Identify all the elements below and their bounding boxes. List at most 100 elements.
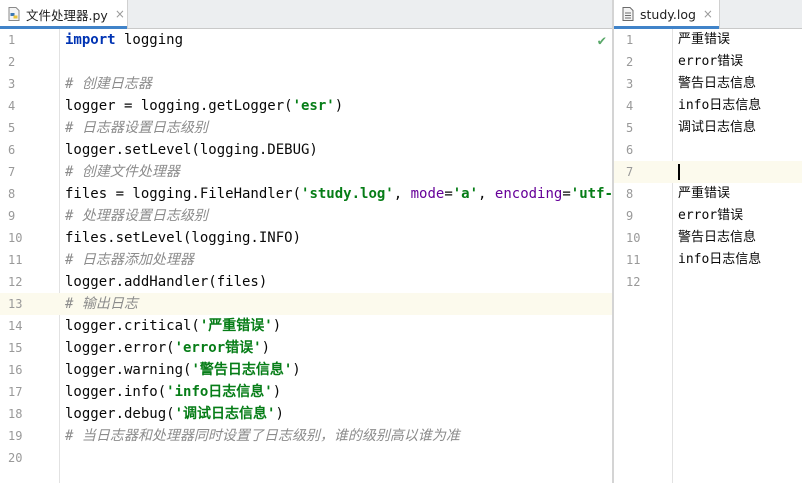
code-line[interactable]: 15 logger.error('error错误'): [0, 337, 612, 359]
code-line[interactable]: 8 files = logging.FileHandler('study.log'…: [0, 183, 612, 205]
code-text: logger.addHandler(files): [65, 271, 267, 293]
code-line[interactable]: 4 info日志信息: [614, 95, 802, 117]
code-line[interactable]: 10 files.setLevel(logging.INFO): [0, 227, 612, 249]
line-number: 2: [626, 55, 634, 69]
code-line[interactable]: 14 logger.critical('严重错误'): [0, 315, 612, 337]
code-text: # 日志器设置日志级别: [65, 117, 208, 139]
code-line[interactable]: 7: [614, 161, 802, 183]
code-text: # 创建文件处理器: [65, 161, 180, 183]
comment-token: # 日志器添加处理器: [65, 252, 194, 268]
code-line[interactable]: 9 # 处理器设置日志级别: [0, 205, 612, 227]
code-line[interactable]: 1 严重错误: [614, 29, 802, 51]
code-line[interactable]: 3 警告日志信息: [614, 73, 802, 95]
line-number: 8: [626, 187, 634, 201]
code-line[interactable]: 16 logger.warning('警告日志信息'): [0, 359, 612, 381]
code-line[interactable]: 12 logger.addHandler(files): [0, 271, 612, 293]
string-token: 'esr': [292, 98, 335, 114]
code-line[interactable]: 11 info日志信息: [614, 249, 802, 271]
string-token: 'study.log': [301, 186, 394, 202]
code-text: logger.warning('警告日志信息'): [65, 359, 301, 381]
line-number: 10: [626, 231, 641, 245]
code-text: 严重错误: [678, 32, 731, 47]
code-line[interactable]: 8 严重错误: [614, 183, 802, 205]
code-line[interactable]: 5 调试日志信息: [614, 117, 802, 139]
code-token: logging: [115, 32, 184, 48]
line-number: 6: [8, 143, 16, 157]
code-line[interactable]: 11 # 日志器添加处理器: [0, 249, 612, 271]
code-token: logger.debug(: [65, 406, 175, 422]
code-token: logger.warning(: [65, 362, 192, 378]
line-number: 7: [8, 165, 16, 179]
line-number: 12: [8, 275, 23, 289]
line-number: 3: [8, 77, 16, 91]
code-text: error错误: [678, 208, 744, 223]
code-line[interactable]: 19 # 当日志器和处理器同时设置了日志级别，谁的级别高以谁为准: [0, 425, 612, 447]
comment-token: # 处理器设置日志级别: [65, 208, 208, 224]
line-number: 9: [626, 209, 634, 223]
line-number: 18: [8, 407, 23, 421]
code-token: mode: [410, 186, 445, 202]
string-token: 'error错误': [174, 340, 262, 356]
line-number: 11: [626, 253, 641, 267]
tab-python-file[interactable]: 文件处理器.py ×: [0, 0, 128, 29]
string-token: '调试日志信息': [174, 406, 276, 422]
code-line[interactable]: 6 logger.setLevel(logging.DEBUG): [0, 139, 612, 161]
line-number: 12: [626, 275, 641, 289]
code-text: logger.error('error错误'): [65, 337, 270, 359]
close-tab-icon[interactable]: ×: [703, 7, 713, 21]
code-line[interactable]: 9 error错误: [614, 205, 802, 227]
editor-pane-python: 文件处理器.py × 1 import logging 2 3 # 创建日志器 4 logg…: [0, 0, 612, 483]
string-token: 'info日志信息': [166, 384, 273, 400]
comment-token: # 日志器设置日志级别: [65, 120, 208, 136]
line-number: 7: [626, 165, 634, 179]
code-line[interactable]: 2 error错误: [614, 51, 802, 73]
code-token: logger.setLevel(logging.DEBUG): [65, 142, 318, 158]
code-line[interactable]: 1 import logging: [0, 29, 612, 51]
python-file-icon: [8, 7, 20, 21]
code-text: logger.debug('调试日志信息'): [65, 403, 284, 425]
code-token: ): [272, 384, 282, 400]
code-token: ): [292, 362, 301, 378]
comment-token: # 输出日志: [65, 296, 138, 312]
line-number: 15: [8, 341, 23, 355]
editor-tab-bar: study.log ×: [614, 0, 802, 29]
code-line[interactable]: 20: [0, 447, 612, 469]
code-token: =: [562, 186, 571, 202]
tab-log-file[interactable]: study.log ×: [614, 0, 720, 29]
code-line[interactable]: 13 # 输出日志: [0, 293, 612, 315]
code-line[interactable]: 10 警告日志信息: [614, 227, 802, 249]
line-number: 20: [8, 451, 23, 465]
tab-label: 文件处理器.py: [26, 7, 108, 23]
code-token: ): [275, 406, 284, 422]
line-number: 10: [8, 231, 23, 245]
code-token: files.setLevel(logging.INFO): [65, 230, 302, 246]
text-caret: [678, 164, 680, 180]
code-text: logger.setLevel(logging.DEBUG): [65, 139, 318, 161]
code-line[interactable]: 7 # 创建文件处理器: [0, 161, 612, 183]
code-text: # 处理器设置日志级别: [65, 205, 208, 227]
code-text: 警告日志信息: [678, 76, 757, 91]
string-token: 'a': [452, 186, 479, 202]
code-text: 严重错误: [678, 186, 731, 201]
code-line[interactable]: 12: [614, 271, 802, 293]
code-line[interactable]: 5 # 日志器设置日志级别: [0, 117, 612, 139]
line-number: 6: [626, 143, 634, 157]
code-line[interactable]: 4 logger = logging.getLogger('esr'): [0, 95, 612, 117]
code-line[interactable]: 3 # 创建日志器: [0, 73, 612, 95]
code-text: error错误: [678, 54, 744, 69]
code-token: ): [261, 340, 271, 356]
string-token: '严重错误': [199, 318, 273, 334]
log-file-icon: [622, 7, 634, 21]
code-line[interactable]: 6: [614, 139, 802, 161]
code-text: 警告日志信息: [678, 230, 757, 245]
code-line[interactable]: 17 logger.info('info日志信息'): [0, 381, 612, 403]
code-text: logger = logging.getLogger('esr'): [65, 95, 343, 117]
close-tab-icon[interactable]: ×: [115, 7, 125, 21]
code-line[interactable]: 2: [0, 51, 612, 73]
code-text: files.setLevel(logging.INFO): [65, 227, 301, 249]
line-number: 9: [8, 209, 16, 223]
editor-tab-bar: 文件处理器.py ×: [0, 0, 612, 29]
code-text: # 当日志器和处理器同时设置了日志级别，谁的级别高以谁为准: [65, 425, 460, 447]
code-text: files = logging.FileHandler('study.log',…: [65, 183, 612, 205]
code-line[interactable]: 18 logger.debug('调试日志信息'): [0, 403, 612, 425]
